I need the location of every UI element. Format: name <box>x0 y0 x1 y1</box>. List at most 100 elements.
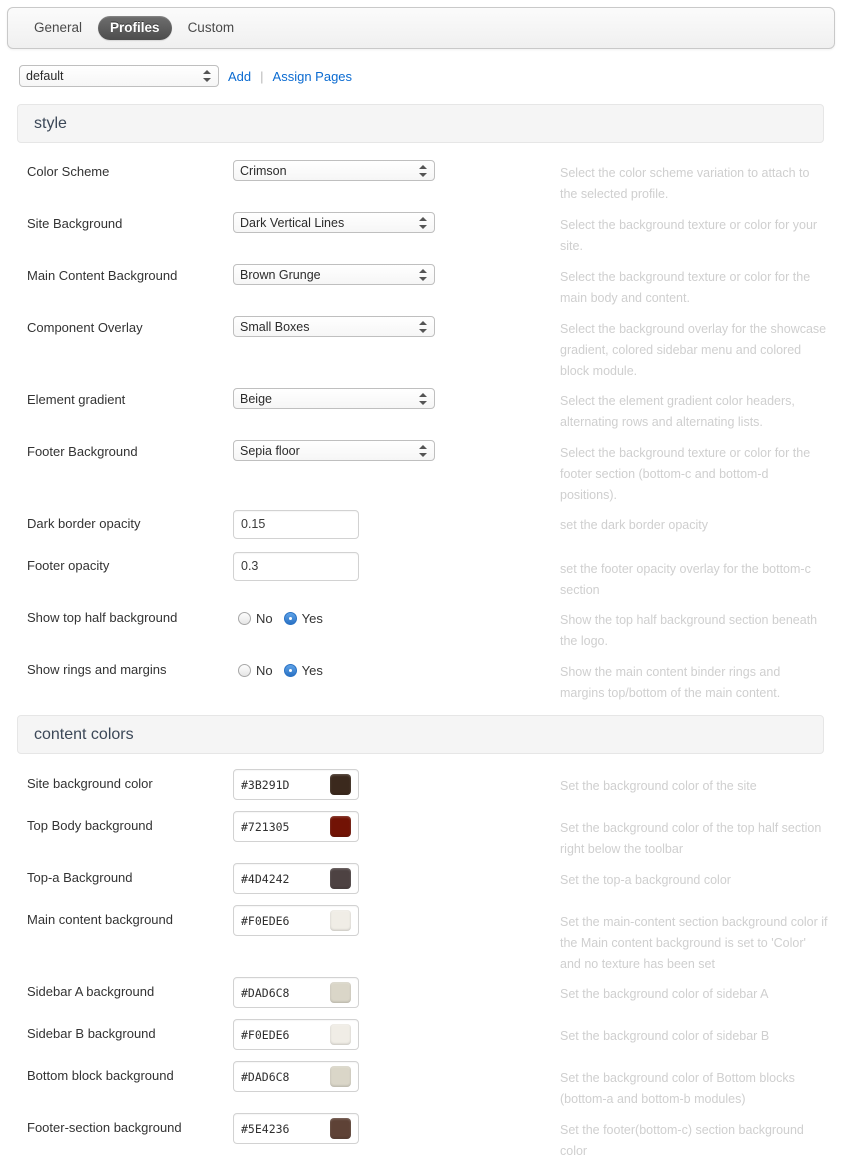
row-control: 0.15 <box>233 510 359 539</box>
select-value: Small Boxes <box>240 319 310 334</box>
row-label: Footer Background <box>27 444 138 459</box>
radio-label: Yes <box>301 662 323 678</box>
select-value: Dark Vertical Lines <box>240 215 345 230</box>
main-content-background-select[interactable]: Brown Grunge <box>233 264 435 285</box>
section-header-content-colors: content colors <box>17 715 824 754</box>
row-description: Show the main content binder rings and m… <box>560 665 781 700</box>
stepper-updown-icon <box>419 320 428 334</box>
row-description: Set the main-content section background … <box>560 915 828 971</box>
row-control: #DAD6C8 <box>233 977 359 1008</box>
color-swatch[interactable] <box>330 1066 351 1087</box>
row-description: Set the background color of sidebar B <box>560 1029 770 1043</box>
tab-list: General Profiles Custom <box>8 8 834 48</box>
component-overlay-select[interactable]: Small Boxes <box>233 316 435 337</box>
radio-circle-icon[interactable] <box>238 611 251 625</box>
radio-option-yes[interactable]: Yes <box>283 662 323 678</box>
toolbar-separator: | <box>260 68 264 84</box>
hex-value: #DAD6C8 <box>241 1069 290 1084</box>
footer-background-select[interactable]: Sepia floor <box>233 440 435 461</box>
hex-value: #3B291D <box>241 777 290 792</box>
color-swatch[interactable] <box>330 1118 351 1139</box>
row-label: Site Background <box>27 216 123 231</box>
hex-value: #F0EDE6 <box>241 1027 290 1042</box>
tab-profiles[interactable]: Profiles <box>98 16 172 40</box>
stepper-updown-icon <box>419 164 428 178</box>
radio-option-no[interactable]: No <box>238 611 273 626</box>
row-description: Set the background color of the top half… <box>560 821 822 856</box>
row-label: Top Body background <box>27 818 153 833</box>
dark-border-opacity-input[interactable]: 0.15 <box>233 510 359 539</box>
section-header-style: style <box>17 104 824 143</box>
tab-general[interactable]: General <box>22 16 94 40</box>
hex-value: #4D4242 <box>241 871 290 886</box>
site-background-color-field[interactable]: #3B291D <box>233 769 359 800</box>
color-scheme-select[interactable]: Crimson <box>233 160 435 181</box>
select-value: Sepia floor <box>240 443 300 458</box>
row-label: Color Scheme <box>27 164 110 179</box>
radio-circle-selected-icon[interactable] <box>283 611 297 625</box>
row-label: Sidebar B background <box>27 1026 156 1041</box>
row-control: #5E4236 <box>233 1113 359 1144</box>
row-label: Element gradient <box>27 392 126 407</box>
site-background-select[interactable]: Dark Vertical Lines <box>233 212 435 233</box>
row-description: Select the background texture or color f… <box>560 446 811 502</box>
row-label: Main Content Background <box>27 268 178 283</box>
profile-select[interactable]: default <box>19 65 219 87</box>
row-control: #721305 <box>233 811 359 842</box>
select-value: Brown Grunge <box>240 267 321 282</box>
row-control: Dark Vertical Lines <box>233 212 435 233</box>
top-a-background-field[interactable]: #4D4242 <box>233 863 359 894</box>
row-label: Top-a Background <box>27 870 133 885</box>
footer-section-background-field[interactable]: #5E4236 <box>233 1113 359 1144</box>
row-description: Select the background overlay for the sh… <box>560 322 827 378</box>
row-control: Beige <box>233 388 435 409</box>
row-description: Select the background texture or color f… <box>560 218 818 253</box>
stepper-updown-icon <box>419 392 428 406</box>
color-swatch[interactable] <box>330 982 351 1003</box>
sidebar-b-background-field[interactable]: #F0EDE6 <box>233 1019 359 1050</box>
show-top-half-radio-group: No Yes <box>238 602 323 629</box>
row-label: Show top half background <box>27 610 178 625</box>
radio-option-no[interactable]: No <box>238 663 273 678</box>
row-description: set the footer opacity overlay for the b… <box>560 562 811 597</box>
row-label: Show rings and margins <box>27 662 167 677</box>
hex-value: #DAD6C8 <box>241 985 290 1000</box>
row-label: Sidebar A background <box>27 984 155 999</box>
color-swatch[interactable] <box>330 868 351 889</box>
footer-opacity-input[interactable]: 0.3 <box>233 552 359 581</box>
row-description: Show the top half background section ben… <box>560 613 818 648</box>
radio-circle-icon[interactable] <box>238 663 251 677</box>
row-control: Sepia floor <box>233 440 435 461</box>
row-description: Set the background color of the site <box>560 779 757 793</box>
row-label: Main content background <box>27 912 173 927</box>
stepper-updown-icon <box>419 216 428 230</box>
element-gradient-select[interactable]: Beige <box>233 388 435 409</box>
bottom-block-background-field[interactable]: #DAD6C8 <box>233 1061 359 1092</box>
row-description: Set the background color of Bottom block… <box>560 1071 795 1106</box>
radio-label: No <box>256 662 273 678</box>
hex-value: #721305 <box>241 819 290 834</box>
row-control: Crimson <box>233 160 435 181</box>
row-control: Small Boxes <box>233 316 435 337</box>
select-value: Beige <box>240 391 272 406</box>
radio-option-yes[interactable]: Yes <box>283 610 323 626</box>
assign-pages-link[interactable]: Assign Pages <box>273 69 353 84</box>
select-value: Crimson <box>240 163 287 178</box>
row-control: #3B291D <box>233 769 359 800</box>
add-profile-link[interactable]: Add <box>228 69 251 84</box>
row-control: #DAD6C8 <box>233 1061 359 1092</box>
color-swatch[interactable] <box>330 1024 351 1045</box>
radio-label: Yes <box>301 610 323 626</box>
main-content-background-field[interactable]: #F0EDE6 <box>233 905 359 936</box>
color-swatch[interactable] <box>330 816 351 837</box>
sidebar-a-background-field[interactable]: #DAD6C8 <box>233 977 359 1008</box>
color-swatch[interactable] <box>330 774 351 795</box>
tab-custom[interactable]: Custom <box>176 16 247 40</box>
row-control: #4D4242 <box>233 863 359 894</box>
row-control: #F0EDE6 <box>233 1019 359 1050</box>
radio-circle-selected-icon[interactable] <box>283 663 297 677</box>
row-label: Footer-section background <box>27 1120 182 1135</box>
top-body-background-field[interactable]: #721305 <box>233 811 359 842</box>
color-swatch[interactable] <box>330 910 351 931</box>
stepper-updown-icon <box>203 69 212 83</box>
